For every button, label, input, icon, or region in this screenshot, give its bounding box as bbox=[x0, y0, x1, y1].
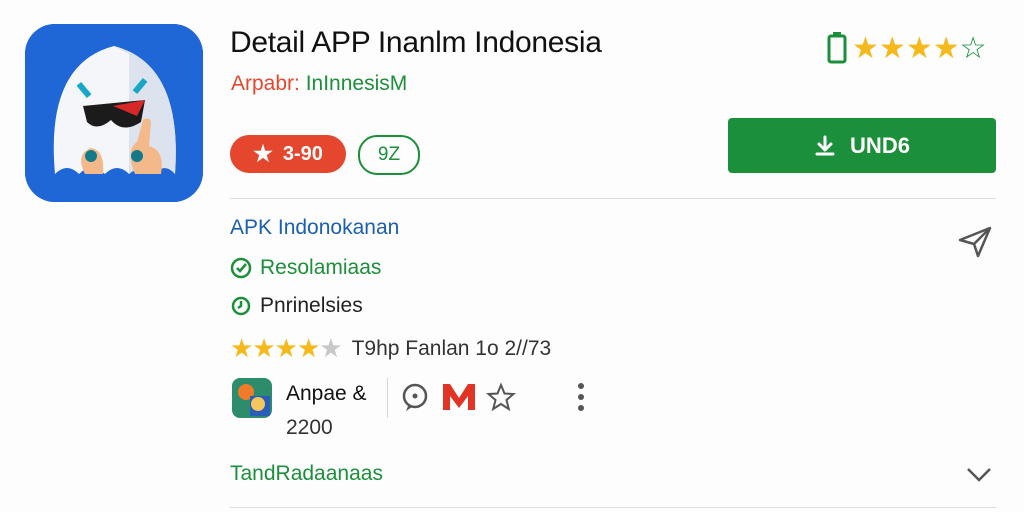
app-icon bbox=[25, 24, 203, 202]
install-button[interactable]: UND6 bbox=[728, 118, 996, 173]
rating-row: ★★★★★ T9hp Fanlan 1o 2//73 bbox=[230, 333, 551, 364]
share-icon[interactable] bbox=[956, 222, 994, 260]
chat-icon[interactable] bbox=[400, 382, 430, 412]
avatar[interactable] bbox=[232, 378, 272, 418]
star-icon: ★ bbox=[253, 141, 273, 166]
category-link[interactable]: APK Indonokanan bbox=[230, 216, 399, 240]
vertical-divider bbox=[387, 378, 388, 418]
section-toggle[interactable]: TandRadaanaas bbox=[230, 462, 383, 486]
star-icon: ★ bbox=[274, 333, 298, 363]
m-logo-icon[interactable] bbox=[440, 380, 478, 412]
feature-item: Resolamiaas bbox=[230, 256, 381, 280]
count-badge[interactable]: 9Z bbox=[358, 135, 420, 175]
top-star-1: ★ bbox=[852, 31, 879, 65]
rating-stars: ★★★★★ bbox=[230, 333, 343, 364]
top-star-5: ☆ bbox=[959, 31, 987, 65]
battery-icon bbox=[827, 32, 847, 64]
top-star-4: ★ bbox=[932, 31, 960, 65]
developer-line[interactable]: Arpabr: InInnesisM bbox=[231, 72, 407, 96]
rating-badge-value: 3-90 bbox=[282, 142, 323, 165]
top-star-2: ★ bbox=[878, 31, 906, 65]
rating-text: T9hp Fanlan 1o 2//73 bbox=[351, 336, 552, 360]
more-vertical-icon[interactable] bbox=[575, 380, 587, 414]
download-icon bbox=[815, 135, 835, 155]
check-edit-icon bbox=[230, 257, 252, 279]
divider bbox=[230, 198, 996, 199]
star-outline-icon[interactable] bbox=[486, 382, 516, 412]
feature-item: Pnrinelsies bbox=[230, 294, 363, 318]
developer-prefix: Arpabr: bbox=[231, 72, 306, 95]
refresh-icon bbox=[231, 296, 251, 316]
top-rating: ★ ★ ★ ★ ☆ bbox=[826, 28, 996, 68]
feature-label: Pnrinelsies bbox=[260, 294, 363, 317]
install-label: UND6 bbox=[850, 132, 910, 158]
star-icon: ★ bbox=[230, 333, 253, 363]
star-icon: ★ bbox=[319, 333, 342, 363]
star-icon: ★ bbox=[296, 333, 320, 363]
rating-badge[interactable]: ★ 3-90 bbox=[230, 135, 346, 173]
author-name[interactable]: Anpae & bbox=[286, 382, 367, 406]
chevron-down-icon[interactable] bbox=[964, 462, 994, 486]
top-star-3: ★ bbox=[905, 31, 933, 65]
author-number: 2200 bbox=[286, 416, 333, 439]
feature-label: Resolamiaas bbox=[260, 256, 382, 279]
developer-name[interactable]: InInnesisM bbox=[306, 72, 408, 95]
divider bbox=[230, 507, 996, 508]
app-title: Detail APP Inanlm Indonesia bbox=[230, 26, 602, 59]
star-icon: ★ bbox=[252, 333, 275, 363]
